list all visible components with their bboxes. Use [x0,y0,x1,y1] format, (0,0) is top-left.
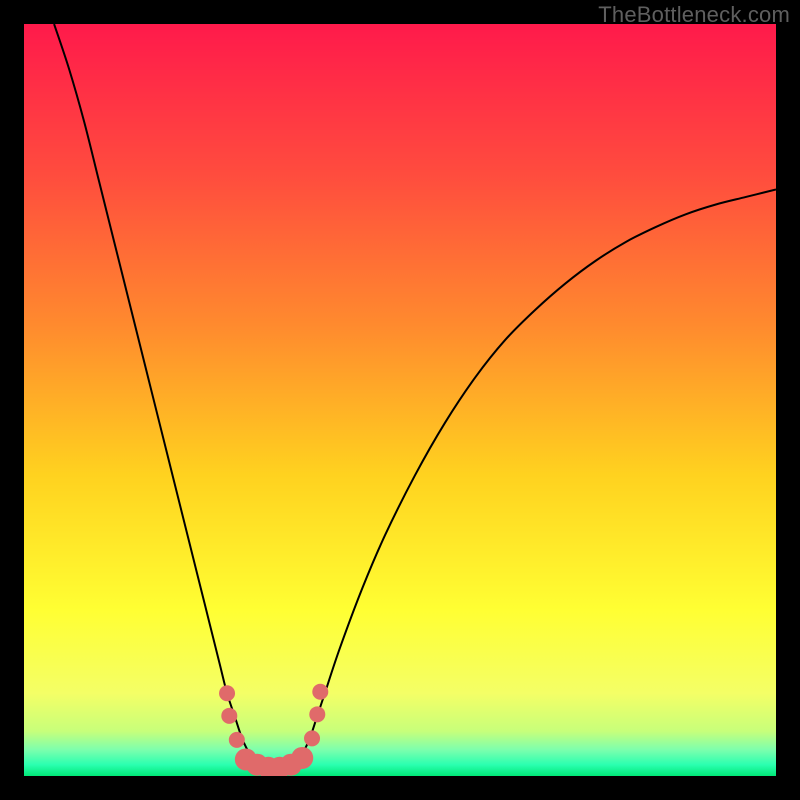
chart-background [24,24,776,776]
curve-marker [291,747,313,769]
bottleneck-chart [24,24,776,776]
curve-marker [221,708,237,724]
curve-marker [304,730,320,746]
watermark-text: TheBottleneck.com [598,2,790,28]
curve-marker [229,732,245,748]
curve-marker [309,706,325,722]
curve-marker [312,684,328,700]
chart-frame [24,24,776,776]
curve-marker [219,685,235,701]
